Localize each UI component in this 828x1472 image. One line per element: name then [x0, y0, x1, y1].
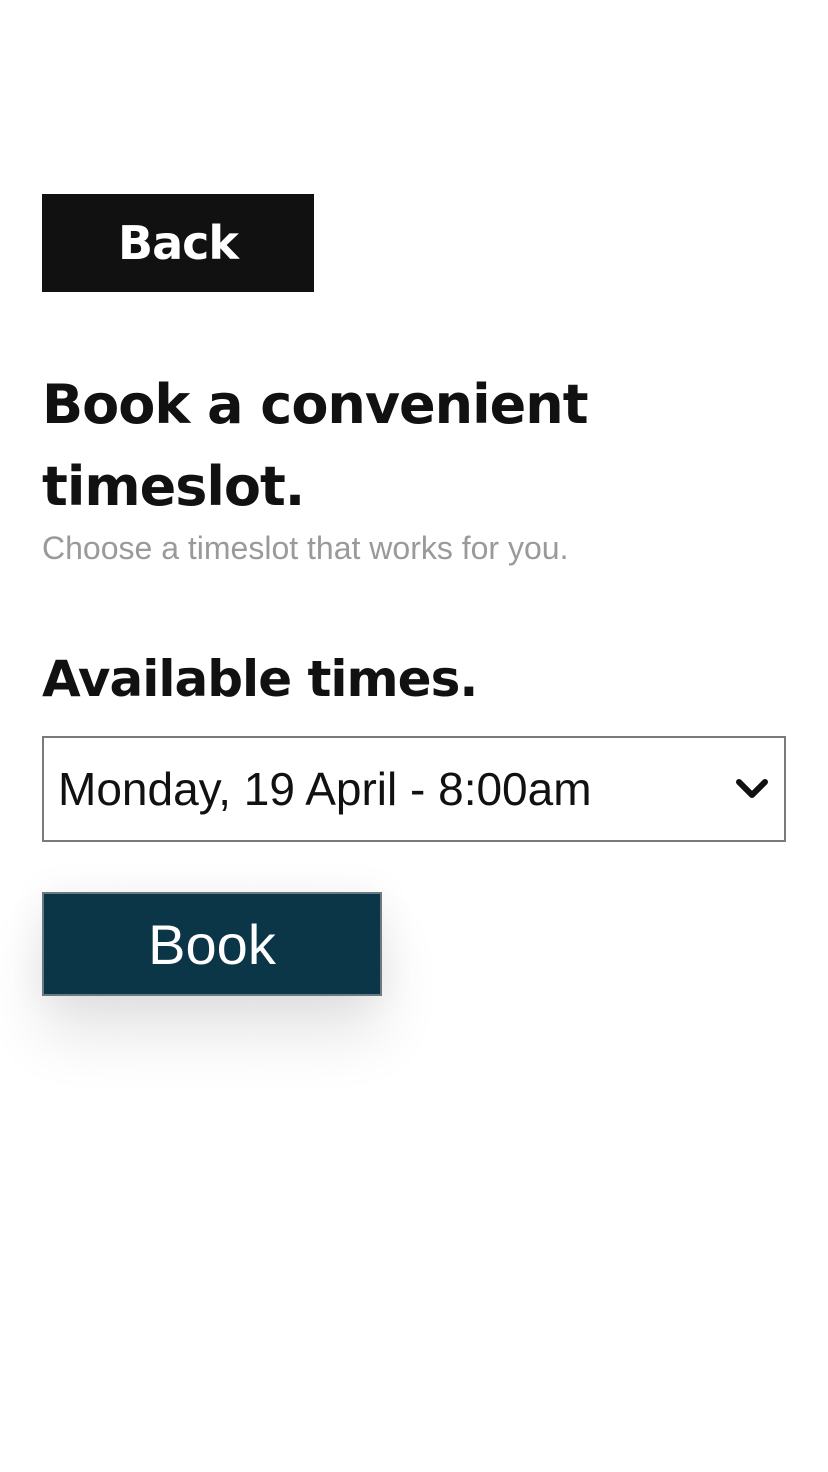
- booking-page: Back Book a convenient timeslot. Choose …: [0, 0, 828, 1472]
- page-subtitle: Choose a timeslot that works for you.: [42, 530, 569, 566]
- page-title: Book a convenient timeslot.: [42, 373, 589, 518]
- timeslot-select[interactable]: Monday, 19 April - 8:00am: [42, 736, 786, 842]
- available-times-heading: Available times.: [42, 650, 478, 708]
- book-button[interactable]: Book: [42, 892, 382, 996]
- back-button[interactable]: Back: [42, 194, 314, 292]
- timeslot-select-value: Monday, 19 April - 8:00am: [58, 763, 592, 815]
- chevron-down-icon: [734, 771, 770, 807]
